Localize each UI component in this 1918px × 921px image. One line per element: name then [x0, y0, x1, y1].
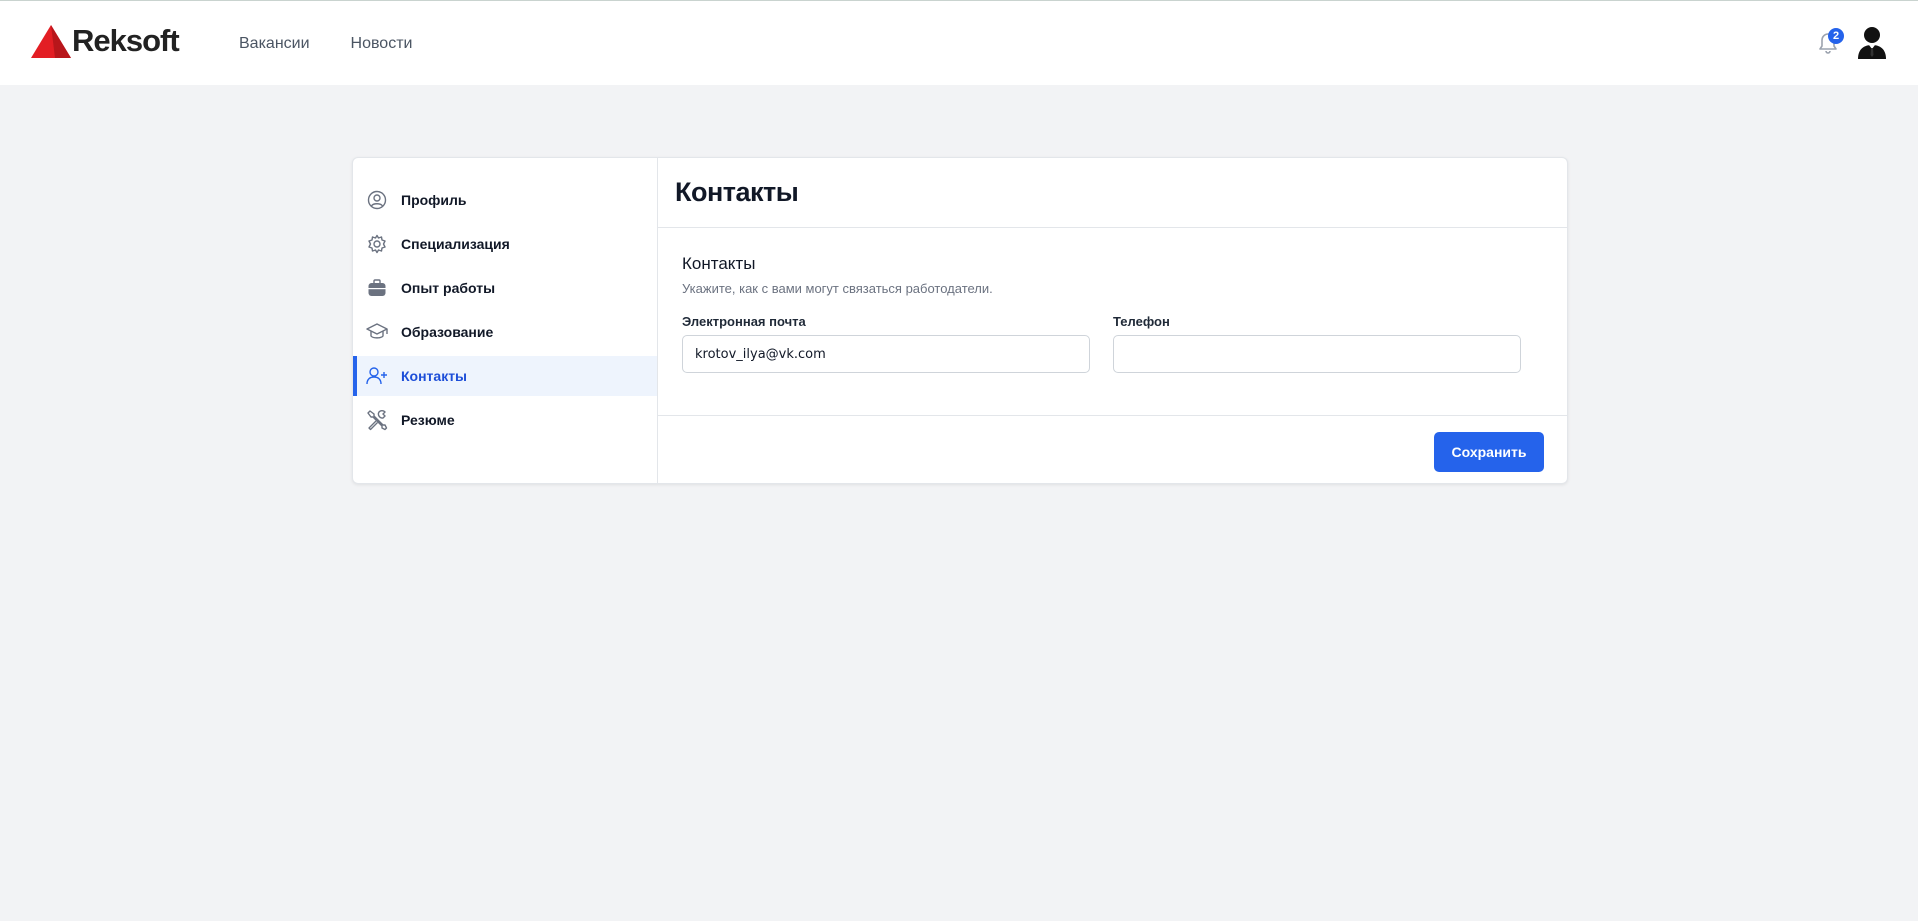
- save-button[interactable]: Сохранить: [1434, 432, 1544, 472]
- section-title: Контакты: [682, 254, 756, 273]
- logo-text: Reksoft: [72, 23, 180, 58]
- sidebar-item-education[interactable]: Образование: [353, 312, 657, 352]
- sidebar-item-profile[interactable]: Профиль: [353, 180, 657, 220]
- email-field-group: Электронная почта: [682, 314, 1090, 373]
- nav-link-news[interactable]: Новости: [351, 34, 413, 54]
- phone-field[interactable]: [1113, 335, 1521, 373]
- contacts-panel: Контакты Контакты Укажите, как с вами мо…: [658, 158, 1567, 483]
- contacts-section: Контакты Укажите, как с вами могут связа…: [658, 228, 1567, 416]
- page-title: Контакты: [675, 177, 799, 207]
- user-avatar-icon[interactable]: [1856, 25, 1888, 59]
- sidebar-item-specialization[interactable]: Специализация: [353, 224, 657, 264]
- reksoft-logo[interactable]: Reksoft: [31, 23, 180, 59]
- logo-triangle-icon: [31, 24, 71, 58]
- panel-footer: Сохранить: [658, 416, 1567, 483]
- notification-badge: 2: [1828, 28, 1844, 44]
- briefcase-icon: [366, 277, 388, 299]
- nav-link-vacancies[interactable]: Вакансии: [239, 34, 310, 54]
- panel-header: Контакты: [658, 158, 1567, 228]
- sidebar-item-label: Контакты: [401, 368, 468, 384]
- settings-sidebar: Профиль Специализация Опыт работы Образо…: [353, 158, 658, 483]
- user-plus-icon: [366, 365, 388, 387]
- tools-icon: [366, 409, 388, 431]
- sidebar-item-label: Образование: [401, 324, 494, 340]
- section-description: Укажите, как с вами могут связаться рабо…: [682, 281, 993, 296]
- phone-label: Телефон: [1113, 314, 1170, 329]
- email-field[interactable]: [682, 335, 1090, 373]
- sidebar-item-label: Резюме: [401, 412, 455, 428]
- graduation-cap-icon: [366, 321, 388, 343]
- sidebar-item-resume[interactable]: Резюме: [353, 400, 657, 440]
- gear-icon: [366, 233, 388, 255]
- sidebar-item-contacts[interactable]: Контакты: [353, 356, 657, 396]
- sidebar-item-label: Опыт работы: [401, 280, 496, 296]
- contact-fields: Электронная почта Телефон: [682, 314, 1544, 373]
- sidebar-item-label: Профиль: [401, 192, 467, 208]
- sidebar-item-experience[interactable]: Опыт работы: [353, 268, 657, 308]
- top-navbar: Reksoft Вакансии Новости 2: [0, 0, 1918, 85]
- email-label: Электронная почта: [682, 314, 806, 329]
- main-nav: Вакансии Новости: [239, 1, 453, 86]
- settings-card: Профиль Специализация Опыт работы Образо…: [352, 157, 1568, 484]
- user-circle-icon: [366, 189, 388, 211]
- sidebar-item-label: Специализация: [401, 236, 510, 252]
- phone-field-group: Телефон: [1113, 314, 1521, 373]
